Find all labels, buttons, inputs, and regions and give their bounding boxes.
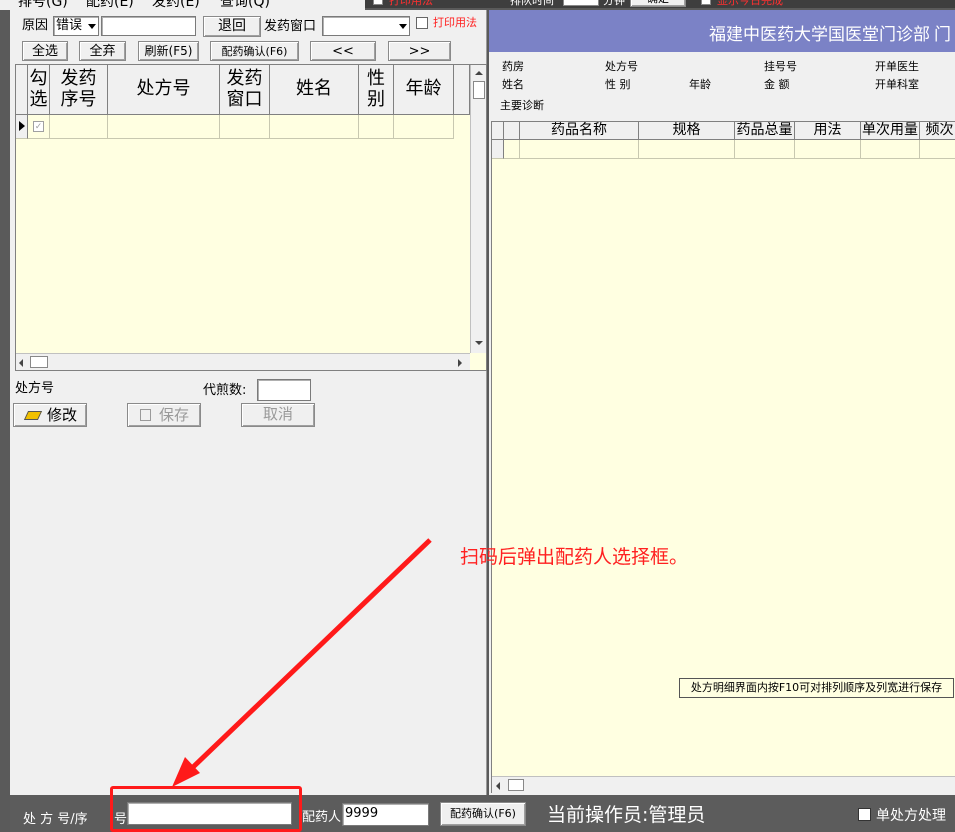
current-operator: 当前操作员:管理员 xyxy=(547,804,706,826)
annotation-arrow xyxy=(172,538,432,787)
dispenser-label: 配药人 xyxy=(302,810,342,825)
single-rx-checkbox[interactable] xyxy=(858,808,871,821)
single-rx-label: 单处方处理 xyxy=(876,808,946,824)
rx-seq-label: 处 方 号/序 xyxy=(23,812,88,827)
highlight-box xyxy=(110,786,302,832)
bottom-bar: 处 方 号/序 号 配药人 9999 配药确认(F6) 当前操作员:管理员 单处… xyxy=(10,786,955,832)
dispenser-input[interactable]: 9999 xyxy=(342,803,429,826)
bottom-dispense-confirm-button[interactable]: 配药确认(F6) xyxy=(440,802,526,826)
